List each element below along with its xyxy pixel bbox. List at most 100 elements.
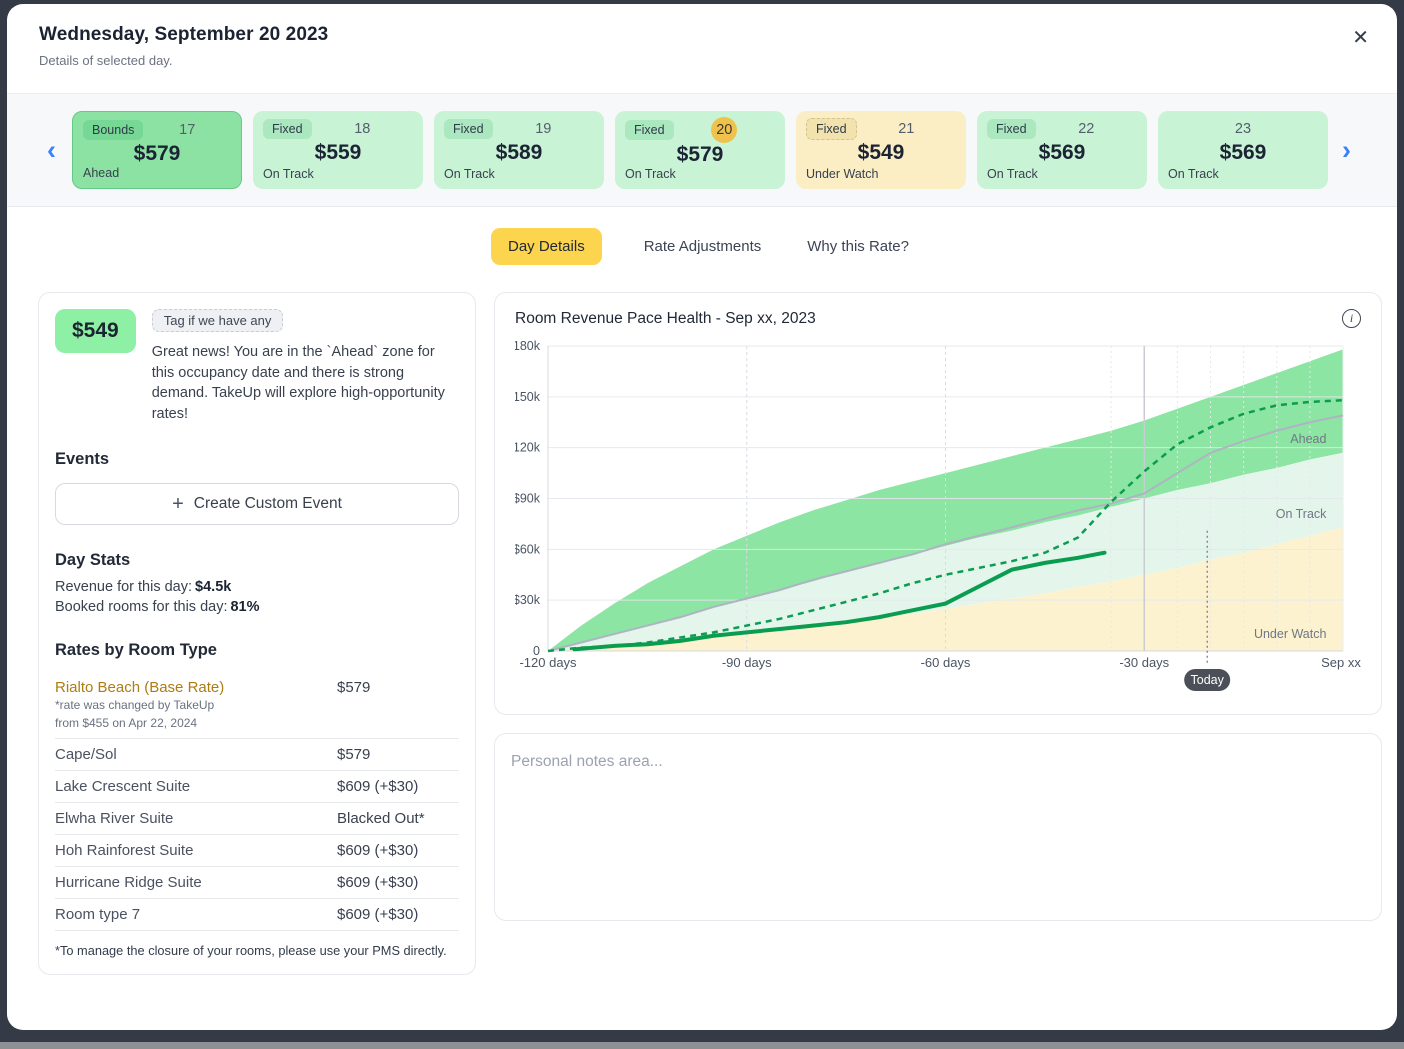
current-rate-chip: $549: [55, 309, 136, 353]
day-details-modal: Wednesday, September 20 2023 Details of …: [7, 4, 1397, 1030]
day-card-22[interactable]: Fixed 22 $569 On Track: [977, 111, 1147, 189]
y-axis-label: $180k: [515, 339, 541, 353]
card-status: Ahead: [83, 166, 231, 180]
tab-day-details[interactable]: Day Details: [491, 228, 602, 265]
stat-label: Revenue for this day:: [55, 579, 192, 595]
x-axis-label: Sep xx: [1321, 655, 1361, 670]
table-row: Rialto Beach (Base Rate) *rate was chang…: [55, 672, 459, 739]
table-row: Room type 7 $609 (+$30): [55, 899, 459, 931]
price-row: $549 Tag if we have any Great news! You …: [55, 309, 459, 424]
card-price: $589: [444, 141, 594, 165]
room-name: Hurricane Ridge Suite: [55, 874, 337, 891]
y-axis-label: $90k: [515, 492, 541, 506]
card-price: $559: [263, 141, 413, 165]
tab-bar: Day Details Rate Adjustments Why this Ra…: [7, 207, 1397, 292]
backdrop-footer: [0, 1042, 1404, 1049]
room-name: Rialto Beach (Base Rate): [55, 679, 337, 696]
day-number: 18: [312, 121, 413, 137]
modal-header: Wednesday, September 20 2023 Details of …: [7, 4, 1397, 93]
rates-table: Rialto Beach (Base Rate) *rate was chang…: [55, 672, 459, 931]
current-day-highlight: 20: [711, 117, 737, 143]
card-top: Fixed 18: [263, 118, 413, 140]
card-top: Fixed 20: [625, 118, 775, 142]
room-rate: $609 (+$30): [337, 842, 459, 859]
card-status: On Track: [444, 167, 594, 181]
card-top: Fixed 22: [987, 118, 1137, 140]
day-number: 23: [1168, 121, 1318, 137]
fixed-badge: Fixed: [625, 120, 674, 140]
pms-footnote: *To manage the closure of your rooms, pl…: [55, 943, 459, 958]
rate-change-note: *rate was changed by TakeUp: [55, 697, 337, 714]
day-carousel: ‹ Bounds 17 $579 Ahead Fixed 18 $559 On …: [7, 93, 1397, 207]
y-axis-label: $60k: [515, 542, 541, 556]
card-price: $579: [625, 143, 775, 167]
close-icon[interactable]: ✕: [1348, 24, 1373, 52]
y-axis-label: $150k: [515, 390, 541, 404]
rates-heading: Rates by Room Type: [55, 641, 459, 660]
pace-chart-panel: Room Revenue Pace Health - Sep xx, 2023 …: [494, 292, 1382, 715]
chart-header: Room Revenue Pace Health - Sep xx, 2023 …: [515, 309, 1361, 328]
room-name: Cape/Sol: [55, 746, 337, 763]
table-row: Cape/Sol $579: [55, 739, 459, 771]
day-stats-heading: Day Stats: [55, 551, 459, 570]
stat-value: $4.5k: [195, 579, 231, 595]
day-card-20[interactable]: Fixed 20 $579 On Track: [615, 111, 785, 189]
rate-change-note: from $455 on Apr 22, 2024: [55, 715, 337, 732]
day-number: 22: [1036, 121, 1137, 137]
table-row: Hurricane Ridge Suite $609 (+$30): [55, 867, 459, 899]
create-custom-event-button[interactable]: + Create Custom Event: [55, 483, 459, 525]
stat-label: Booked rooms for this day:: [55, 599, 227, 615]
room-rate: $579: [337, 746, 459, 763]
day-card-17[interactable]: Bounds 17 $579 Ahead: [72, 111, 242, 189]
room-name: Hoh Rainforest Suite: [55, 842, 337, 859]
day-card-21[interactable]: Fixed 21 $549 Under Watch: [796, 111, 966, 189]
card-top: Fixed 19: [444, 118, 594, 140]
revenue-stat: Revenue for this day:$4.5k: [55, 579, 459, 595]
day-number: 19: [493, 121, 594, 137]
room-name: Lake Crescent Suite: [55, 778, 337, 795]
y-axis-label: $120k: [515, 441, 541, 455]
room-name: Room type 7: [55, 906, 337, 923]
y-axis-label: $30k: [515, 593, 541, 607]
zone-label: Ahead: [1290, 432, 1326, 446]
day-card-18[interactable]: Fixed 18 $559 On Track: [253, 111, 423, 189]
table-row: Hoh Rainforest Suite $609 (+$30): [55, 835, 459, 867]
card-top: Fixed 21: [806, 118, 956, 140]
message-block: Tag if we have any Great news! You are i…: [152, 309, 459, 424]
day-number: 20: [674, 117, 775, 143]
chevron-right-icon[interactable]: ›: [1338, 137, 1355, 164]
card-price: $549: [806, 141, 956, 165]
events-heading: Events: [55, 450, 459, 469]
x-axis-label: -30 days: [1119, 655, 1169, 670]
tab-rate-adjustments[interactable]: Rate Adjustments: [640, 228, 766, 265]
day-card-23[interactable]: 23 $569 On Track: [1158, 111, 1328, 189]
day-summary-panel: $549 Tag if we have any Great news! You …: [38, 292, 476, 975]
chevron-left-icon[interactable]: ‹: [43, 137, 60, 164]
tag-badge: Tag if we have any: [152, 309, 284, 332]
card-status: On Track: [625, 167, 775, 181]
room-rate: $609 (+$30): [337, 906, 459, 923]
fixed-badge: Fixed: [263, 119, 312, 139]
today-badge-label: Today: [1191, 673, 1225, 687]
card-top: 23: [1168, 118, 1318, 140]
plus-icon: +: [172, 494, 184, 514]
x-axis-label: -90 days: [722, 655, 772, 670]
fixed-badge: Fixed: [806, 118, 857, 140]
room-name-block: Rialto Beach (Base Rate) *rate was chang…: [55, 679, 337, 731]
tab-why-this-rate[interactable]: Why this Rate?: [803, 228, 913, 265]
x-axis-label: -120 days: [519, 655, 577, 670]
table-row: Elwha River Suite Blacked Out*: [55, 803, 459, 835]
room-rate: Blacked Out*: [337, 810, 459, 827]
room-rate: $609 (+$30): [337, 778, 459, 795]
day-number: 21: [857, 121, 956, 137]
day-card-19[interactable]: Fixed 19 $589 On Track: [434, 111, 604, 189]
personal-notes-input[interactable]: [494, 733, 1382, 921]
fixed-badge: Fixed: [987, 119, 1036, 139]
stat-value: 81%: [230, 599, 259, 615]
day-number: 17: [143, 122, 231, 138]
bounds-badge: Bounds: [83, 120, 143, 140]
room-rate: $609 (+$30): [337, 874, 459, 891]
modal-content: $549 Tag if we have any Great news! You …: [7, 292, 1397, 975]
info-icon[interactable]: i: [1342, 309, 1361, 328]
card-status: Under Watch: [806, 167, 956, 181]
